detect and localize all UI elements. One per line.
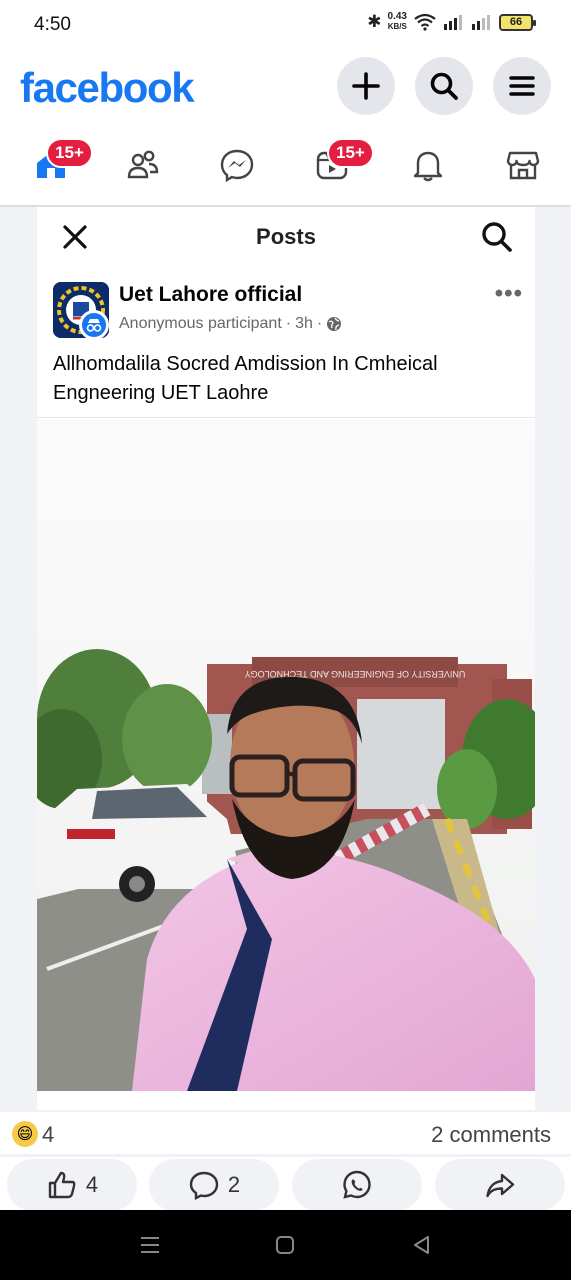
comments-count[interactable]: 2 comments <box>431 1122 551 1148</box>
more-options-icon[interactable]: ••• <box>495 280 523 308</box>
marketplace-icon <box>506 151 540 180</box>
status-icons: ✱ 0.43 KB/S 66 <box>367 12 536 32</box>
anonymous-icon <box>86 319 102 332</box>
comment-icon <box>189 1171 219 1200</box>
tab-messenger[interactable] <box>212 140 262 190</box>
net-speed-unit: KB/S <box>387 22 407 31</box>
participant-label: Anonymous participant <box>119 315 282 332</box>
post-actions: 4 2 <box>0 1157 571 1211</box>
back-icon[interactable] <box>410 1233 434 1257</box>
like-button[interactable]: 4 <box>7 1159 137 1211</box>
gate-sign: UNIVERSITY OF ENGINEERING AND TECHNOLOGY <box>245 669 466 679</box>
bell-icon <box>413 151 443 182</box>
tab-notifications[interactable] <box>403 140 453 190</box>
search-button[interactable] <box>415 57 473 115</box>
meta-separator: · <box>285 315 292 332</box>
group-avatar[interactable] <box>53 282 109 338</box>
friends-icon <box>127 150 159 179</box>
battery-icon: 66 <box>499 13 536 31</box>
posts-title: Posts <box>256 224 316 249</box>
messenger-icon <box>220 149 254 183</box>
post-meta: Anonymous participant · 3h · <box>119 315 342 333</box>
share-button[interactable] <box>435 1159 565 1211</box>
app-header: facebook <box>0 52 571 122</box>
home-badge: 15+ <box>46 138 93 168</box>
globe-icon <box>327 317 342 331</box>
tab-friends[interactable] <box>118 140 168 190</box>
meta-separator-2: · <box>316 315 323 332</box>
net-speed-value: 0.43 <box>387 11 407 22</box>
anonymous-badge <box>79 310 109 338</box>
network-speed: 0.43 KB/S <box>388 12 407 32</box>
thumbs-up-icon <box>48 1171 76 1199</box>
tab-marketplace[interactable] <box>498 140 548 190</box>
like-count: 4 <box>85 1172 99 1197</box>
post-photo[interactable]: UNIVERSITY OF ENGINEERING AND TECHNOLOGY <box>37 419 535 1091</box>
nav-tabs: 15+ 15+ <box>0 130 571 198</box>
group-name[interactable]: Uet Lahore official <box>119 283 302 307</box>
share-icon <box>486 1173 515 1198</box>
posts-bar: Posts <box>37 207 535 267</box>
post-header: Uet Lahore official Anonymous participan… <box>53 280 523 340</box>
plus-icon <box>352 72 380 100</box>
bluetooth-icon: ✱ <box>367 12 382 31</box>
create-button[interactable] <box>337 57 395 115</box>
haha-reaction-icon[interactable]: 😄 <box>12 1121 38 1147</box>
signal-icon-2 <box>472 15 490 30</box>
comment-count: 2 <box>227 1172 241 1197</box>
video-badge: 15+ <box>327 138 374 168</box>
menu-button[interactable] <box>493 57 551 115</box>
post-text: Allhomdalila Socred Amdission In Cmheica… <box>53 353 438 404</box>
selfie-image: UNIVERSITY OF ENGINEERING AND TECHNOLOGY <box>37 419 535 1091</box>
whatsapp-icon <box>343 1170 371 1199</box>
text-divider <box>37 417 535 418</box>
status-time: 4:50 <box>34 14 71 35</box>
post-time[interactable]: 3h <box>295 315 313 333</box>
reaction-count[interactable]: 4 <box>42 1122 54 1148</box>
post-card: Posts Uet Lahore official Anonymous part… <box>37 207 535 1110</box>
status-bar: 4:50 ✱ 0.43 KB/S 66 <box>0 0 571 50</box>
tab-home[interactable]: 15+ <box>26 138 93 190</box>
menu-icon <box>509 76 535 96</box>
signal-icon <box>444 15 462 30</box>
home-nav-icon[interactable] <box>273 1233 297 1257</box>
search-icon <box>430 72 458 100</box>
system-navigation-bar <box>0 1210 571 1280</box>
search-icon[interactable] <box>479 219 515 255</box>
wifi-icon <box>414 13 436 31</box>
facebook-logo[interactable]: facebook <box>20 64 195 112</box>
recents-icon[interactable] <box>138 1233 162 1257</box>
comment-button[interactable]: 2 <box>149 1159 279 1211</box>
tab-video[interactable]: 15+ <box>307 138 374 190</box>
reaction-summary: 😄 4 2 comments <box>0 1112 571 1154</box>
whatsapp-share-button[interactable] <box>292 1159 422 1211</box>
